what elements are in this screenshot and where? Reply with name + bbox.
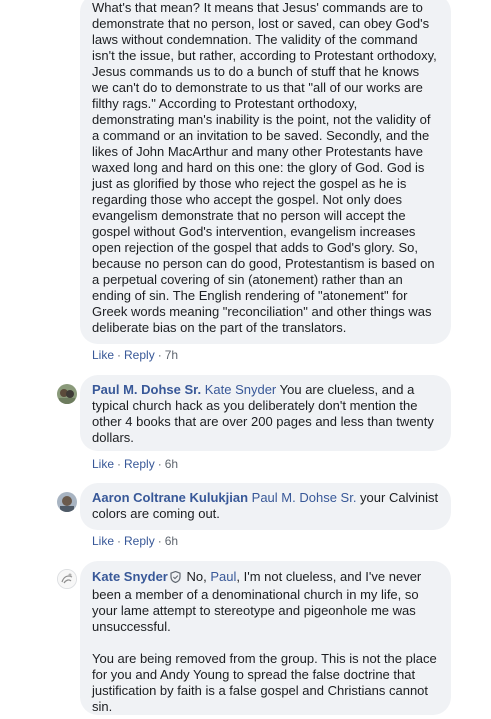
separator: · <box>157 534 162 548</box>
mention-link[interactable]: Kate Snyder <box>205 382 277 397</box>
comment-text: Paul M. Dohse Sr. Kate Snyder You are cl… <box>92 382 439 446</box>
comment-text: Kate Snyder No, Paul, I'm not clueless, … <box>92 569 439 635</box>
mention-link[interactable]: Paul M. Dohse Sr. <box>252 490 357 505</box>
reply-link[interactable]: Reply <box>124 348 155 362</box>
timestamp[interactable]: 6h <box>165 457 178 471</box>
comment-author[interactable]: Kate Snyder <box>92 569 168 584</box>
comment-author[interactable]: Aaron Coltrane Kulukjian <box>92 490 248 505</box>
comment-bubble: Aaron Coltrane Kulukjian Paul M. Dohse S… <box>80 483 451 530</box>
like-link[interactable]: Like <box>92 348 114 362</box>
avatar[interactable] <box>57 569 77 589</box>
like-link[interactable]: Like <box>92 534 114 548</box>
avatar[interactable] <box>57 384 77 404</box>
comment-bubble: Kate Snyder No, Paul, I'm not clueless, … <box>80 561 451 715</box>
separator: · <box>157 348 162 362</box>
separator: · <box>117 457 122 471</box>
comment-actions: Like · Reply · 6h <box>92 457 178 471</box>
comment-text: What's that mean? It means that Jesus' c… <box>92 0 437 335</box>
comment-paragraph: You are being removed from the group. Th… <box>92 651 437 714</box>
mention-link[interactable]: Paul <box>210 569 236 584</box>
reply-link[interactable]: Reply <box>124 457 155 471</box>
reply-link[interactable]: Reply <box>124 534 155 548</box>
shield-icon <box>170 570 181 587</box>
comment-bubble: Paul M. Dohse Sr. Kate Snyder You are cl… <box>80 375 451 451</box>
separator: · <box>117 348 122 362</box>
comment-author[interactable]: Paul M. Dohse Sr. <box>92 382 201 397</box>
timestamp[interactable]: 7h <box>165 348 178 362</box>
comment-text: Aaron Coltrane Kulukjian Paul M. Dohse S… <box>92 490 439 522</box>
comment-actions: Like · Reply · 6h <box>92 534 178 548</box>
separator: · <box>117 534 122 548</box>
comment-actions: Like · Reply · 7h <box>92 348 178 362</box>
comment-body: No, <box>182 569 211 584</box>
timestamp[interactable]: 6h <box>165 534 178 548</box>
avatar[interactable] <box>57 492 77 512</box>
comment-bubble: What's that mean? It means that Jesus' c… <box>80 0 451 344</box>
separator: · <box>157 457 162 471</box>
like-link[interactable]: Like <box>92 457 114 471</box>
